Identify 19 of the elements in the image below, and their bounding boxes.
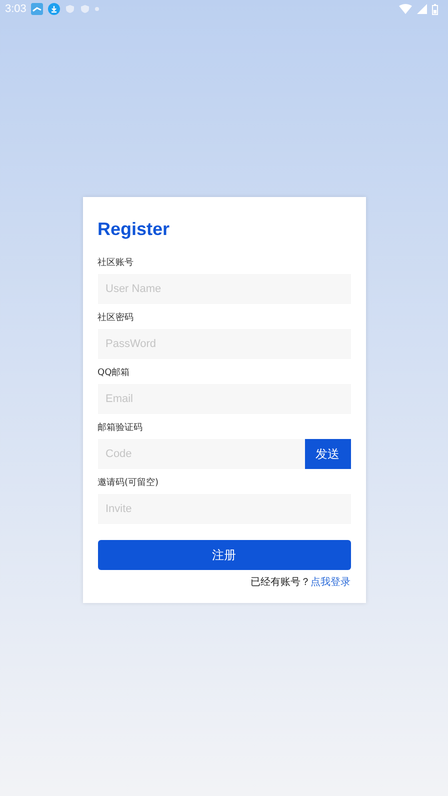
login-link[interactable]: 点我登录: [310, 575, 350, 589]
send-button[interactable]: 发送: [304, 439, 350, 469]
signal-icon: [417, 4, 427, 14]
register-button[interactable]: 注册: [98, 540, 350, 570]
shield-icon: [65, 4, 76, 14]
dot-icon: [95, 7, 100, 11]
wifi-icon: [399, 4, 412, 14]
field-label: 邀请码(可留空): [98, 476, 160, 489]
shield-icon: [80, 4, 90, 14]
form-title: Register: [98, 219, 171, 240]
field-label: QQ邮箱: [98, 366, 131, 379]
field-label: 社区账号: [98, 256, 134, 269]
battery-icon: [432, 4, 438, 14]
app-notification-icon: [31, 3, 44, 15]
field-label: 邮箱验证码: [98, 422, 144, 434]
login-prompt: 已经有账号？: [250, 576, 310, 589]
download-icon: [48, 3, 60, 15]
status-time: 3:03: [5, 3, 26, 15]
field-label: 社区密码: [98, 312, 134, 324]
